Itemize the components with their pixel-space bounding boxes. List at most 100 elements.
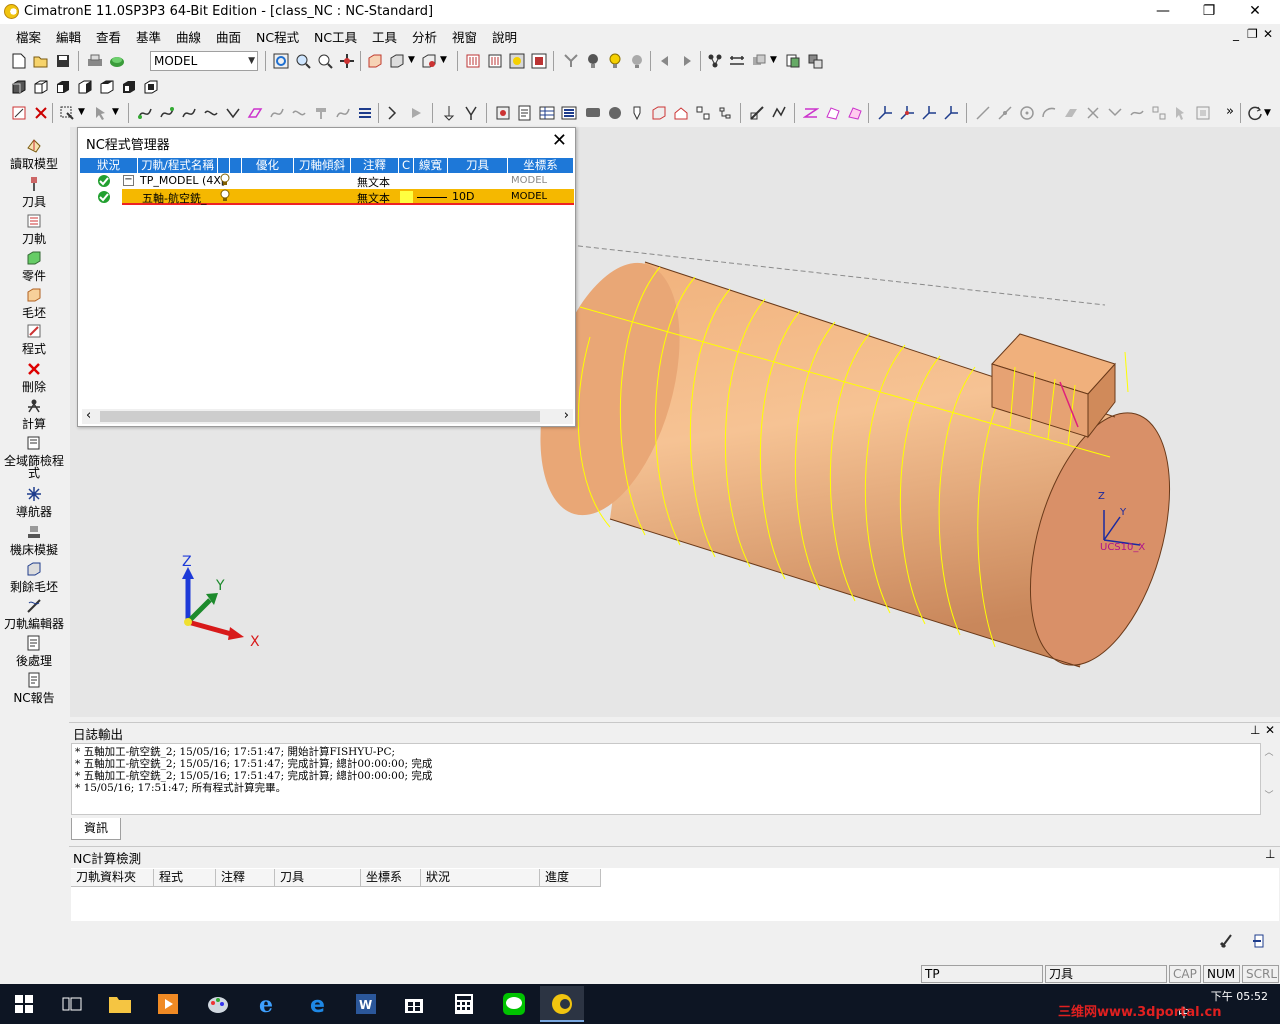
- col-line-width[interactable]: 線寬: [414, 158, 448, 173]
- sidebar-item-post-process[interactable]: 後處理: [0, 635, 68, 669]
- zigzag-icon[interactable]: [802, 104, 820, 122]
- cube-front-icon[interactable]: [54, 78, 72, 96]
- tree-expander[interactable]: −: [123, 175, 134, 186]
- col-tilt[interactable]: 刀軸傾斜: [294, 158, 351, 173]
- arc-icon[interactable]: [1040, 104, 1058, 122]
- pin-icon[interactable]: ⊥: [1265, 847, 1275, 861]
- col-status[interactable]: 狀況: [421, 869, 540, 887]
- line-icon[interactable]: [974, 104, 992, 122]
- scroll-right-icon[interactable]: ›: [564, 408, 569, 423]
- nc-setup-icon[interactable]: [10, 104, 28, 122]
- curve-tool-6-icon[interactable]: [246, 104, 264, 122]
- ucs-icon-4[interactable]: [942, 104, 960, 122]
- comment-icon[interactable]: [584, 104, 602, 122]
- col-procedure[interactable]: 程式: [154, 869, 216, 887]
- chevron-down-icon[interactable]: ▼: [78, 107, 85, 117]
- print-icon[interactable]: [86, 52, 104, 70]
- properties-icon[interactable]: [806, 52, 824, 70]
- model-object-icon[interactable]: [108, 52, 126, 70]
- sidebar-item-compute[interactable]: 計算: [0, 398, 68, 432]
- panel-close-button[interactable]: ✕: [1265, 723, 1275, 737]
- sidebar-item-delete[interactable]: 刪除: [0, 361, 68, 395]
- nc-program-manager-dialog[interactable]: NC程式管理器 ✕ 狀況 刀軌/程式名稱 優化 刀軸傾斜 注釋 C 線寬 刀具 …: [77, 127, 576, 427]
- taskbar-word[interactable]: W: [344, 986, 388, 1022]
- table-icon[interactable]: [538, 104, 556, 122]
- drill-icon[interactable]: [462, 104, 480, 122]
- network-icon[interactable]: [706, 52, 724, 70]
- close-button[interactable]: ✕: [1232, 0, 1278, 24]
- row-color-swatch[interactable]: [400, 191, 413, 203]
- parameter-icon[interactable]: [694, 104, 712, 122]
- rotate-view-icon[interactable]: [1246, 104, 1264, 122]
- zoom-all-icon[interactable]: [272, 52, 290, 70]
- sidebar-item-navigator[interactable]: 導航器: [0, 486, 68, 520]
- clipboard-icon[interactable]: [784, 52, 802, 70]
- taskbar-ie[interactable]: e: [246, 986, 290, 1022]
- sidebar-item-remaining-stock[interactable]: 剩餘毛坯: [0, 561, 68, 595]
- shading-icon[interactable]: [366, 52, 384, 70]
- split-icon[interactable]: [1150, 104, 1168, 122]
- model-combo[interactable]: MODEL ▼: [150, 51, 258, 71]
- copy-object-icon[interactable]: [750, 52, 768, 70]
- menu-nc-program[interactable]: NC程式: [256, 27, 299, 46]
- ucs-icon-2[interactable]: [898, 104, 916, 122]
- restore-button[interactable]: ❐: [1186, 0, 1232, 24]
- curve-tool-5-icon[interactable]: [224, 104, 242, 122]
- light-bulb-icon[interactable]: [584, 52, 602, 70]
- measure-icon[interactable]: [728, 52, 746, 70]
- menu-edit[interactable]: 編輯: [56, 27, 81, 46]
- curve-tool-4-icon[interactable]: [202, 104, 220, 122]
- taskbar-store[interactable]: [392, 986, 436, 1022]
- chevron-down-icon[interactable]: ▼: [248, 52, 255, 70]
- surface-2-icon[interactable]: [846, 104, 864, 122]
- menu-window[interactable]: 視窗: [452, 27, 477, 46]
- select-box-icon[interactable]: [58, 104, 76, 122]
- surface-icon[interactable]: [824, 104, 842, 122]
- col-ucs[interactable]: 坐標系: [361, 869, 421, 887]
- col-c[interactable]: C: [399, 158, 414, 173]
- curve-tool-3-icon[interactable]: [180, 104, 198, 122]
- pan-icon[interactable]: [338, 52, 356, 70]
- curve-tool-7-icon[interactable]: [268, 104, 286, 122]
- taskbar-line[interactable]: [492, 986, 536, 1022]
- arrow-right-icon[interactable]: [678, 52, 696, 70]
- calc-exit-button[interactable]: [1248, 930, 1270, 952]
- list-view-icon[interactable]: [560, 104, 578, 122]
- menu-datum[interactable]: 基準: [136, 27, 161, 46]
- col-progress[interactable]: 進度: [540, 869, 601, 887]
- circle-icon[interactable]: [1018, 104, 1036, 122]
- trim-icon[interactable]: [1084, 104, 1102, 122]
- toolbar-overflow-icon[interactable]: »: [1226, 104, 1234, 119]
- curve-tool-1-icon[interactable]: [136, 104, 154, 122]
- contour-icon[interactable]: [770, 104, 788, 122]
- delete-x-icon[interactable]: [32, 104, 50, 122]
- taskbar-cimatron[interactable]: [540, 986, 584, 1022]
- chevron-down-icon[interactable]: ▼: [1264, 108, 1271, 118]
- menu-nc-tools[interactable]: NC工具: [314, 27, 357, 46]
- sidebar-item-tool[interactable]: 刀具: [0, 176, 68, 210]
- horizontal-scrollbar[interactable]: ‹ ›: [82, 408, 573, 424]
- taskbar-calculator[interactable]: [442, 986, 486, 1022]
- line-point-icon[interactable]: [996, 104, 1014, 122]
- mdi-minimize-button[interactable]: _: [1233, 27, 1239, 41]
- cube-solid-icon[interactable]: [10, 78, 28, 96]
- sidebar-item-procedure[interactable]: 程式: [0, 323, 68, 357]
- frame-icon[interactable]: [1194, 104, 1212, 122]
- curve-tool-8-icon[interactable]: [290, 104, 308, 122]
- sphere-icon[interactable]: [606, 104, 624, 122]
- col-name[interactable]: 刀軌/程式名稱: [138, 158, 218, 173]
- view-direction-icon[interactable]: [420, 52, 438, 70]
- sidebar-item-machine-sim[interactable]: 機床模擬: [0, 524, 68, 558]
- sort-list-icon[interactable]: [356, 104, 374, 122]
- filter-icon[interactable]: [562, 52, 580, 70]
- col-comment[interactable]: 注釋: [216, 869, 275, 887]
- machine-icon-1[interactable]: [386, 104, 404, 122]
- scroll-left-icon[interactable]: ‹: [86, 408, 91, 423]
- pin-icon[interactable]: ⊥: [1250, 723, 1260, 737]
- tab-info[interactable]: 資訊: [71, 818, 121, 840]
- menu-surface[interactable]: 曲面: [216, 27, 241, 46]
- taskbar-media-player[interactable]: [146, 986, 190, 1022]
- menu-curve[interactable]: 曲線: [176, 27, 201, 46]
- open-folder-icon[interactable]: [32, 52, 50, 70]
- pointer-icon[interactable]: [92, 104, 110, 122]
